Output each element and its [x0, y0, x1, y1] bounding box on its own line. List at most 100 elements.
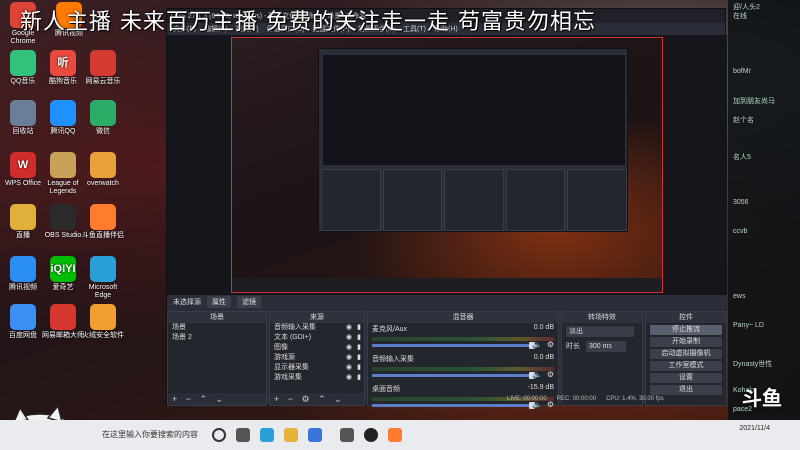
- app-icon: [90, 204, 116, 230]
- volume-meter: [372, 337, 554, 341]
- transitions-dock-header: 转场特效: [562, 312, 642, 323]
- explorer-taskbar-icon[interactable]: [284, 428, 298, 442]
- desktop-icon-label: 微信: [96, 128, 110, 135]
- desktop-icon[interactable]: overwatch: [80, 152, 126, 188]
- speaker-mute-icon[interactable]: 🔈: [532, 370, 542, 379]
- desktop-icon-grid: Google Chrome 腾讯视频 QQ音乐听酷狗音乐 网易云音乐 回收站 腾讯QQ 微信…: [0, 0, 140, 350]
- control-button[interactable]: 工作室模式: [650, 361, 722, 371]
- nested-taskbar: [232, 278, 662, 292]
- multitask-icon[interactable]: [236, 428, 250, 442]
- app-icon: [50, 100, 76, 126]
- desktop-icon[interactable]: 微信: [80, 100, 126, 136]
- source-label: 游戏采集: [274, 374, 302, 381]
- stream-marquee-text: 新人主播 未来百万主播 免费的关注走一走 苟富贵勿相忘: [20, 10, 596, 35]
- chat-line: 在线: [733, 13, 747, 21]
- desktop-icon[interactable]: 斗鱼直播伴侣: [80, 204, 126, 240]
- sources-dock: 来源 音频输入采集 ◉ ▮ 文本 (GDI+) ◉ ▮ 图像 ◉ ▮ 游戏源 ◉ ▮ 显示器采集 ◉ ▮ 游戏…: [269, 311, 365, 406]
- control-button[interactable]: 开始录制: [650, 337, 722, 347]
- task-view-icon[interactable]: [212, 428, 226, 442]
- mixer-dock: 混音器 麦克风/Aux 0.0 dB 🔈 ⚙ 音频输入采集 0.0 dB 🔈 ⚙ 桌面音频 -15…: [367, 311, 559, 409]
- filters-button[interactable]: 滤镜: [237, 296, 261, 308]
- scene-item[interactable]: 场景 2: [168, 333, 266, 343]
- scene-item[interactable]: 场景: [168, 323, 266, 333]
- desktop-icon-label: overwatch: [87, 180, 119, 187]
- lock-icon[interactable]: ▮: [357, 353, 361, 363]
- chat-line: 加到朋友尚马: [733, 98, 775, 105]
- app-icon: [10, 50, 36, 76]
- gear-icon[interactable]: ⚙: [547, 340, 554, 349]
- channel-name: 麦克风/Aux: [372, 326, 408, 333]
- visibility-eye-icon[interactable]: ◉: [346, 353, 352, 363]
- channel-db: 0.0 dB: [533, 354, 554, 361]
- visibility-eye-icon[interactable]: ◉: [346, 363, 352, 373]
- source-label: 显示器采集: [274, 364, 309, 371]
- control-button[interactable]: 退出: [650, 385, 722, 395]
- volume-fader[interactable]: [372, 372, 536, 379]
- rec-timer: REC: 00:00:00: [556, 396, 597, 402]
- preview-nested-capture: [231, 37, 663, 293]
- transitions-dock: 转场特效 淡出 时长 300 ms: [561, 311, 643, 406]
- channel-name: 桌面音频: [372, 386, 400, 393]
- volume-fader[interactable]: [372, 342, 536, 349]
- desktop-icon[interactable]: Microsoft Edge: [80, 256, 126, 300]
- obs-window: OBS 27.1.3 (64-bit, windows) - 配置文件: 未命名…: [166, 8, 727, 409]
- properties-button[interactable]: 属性: [207, 296, 231, 308]
- control-button[interactable]: 设置: [650, 373, 722, 383]
- transition-select[interactable]: 淡出: [566, 326, 634, 337]
- volume-fader[interactable]: [372, 402, 536, 409]
- visibility-eye-icon[interactable]: ◉: [346, 373, 352, 383]
- app-icon: [10, 100, 36, 126]
- app-icon: [90, 152, 116, 178]
- app-icon: [50, 304, 76, 330]
- desktop-icon-label: Microsoft Edge: [88, 284, 118, 299]
- no-source-label: 未选择源: [173, 299, 201, 306]
- app-taskbar-icon[interactable]: [340, 428, 354, 442]
- nested-obs-window: [318, 48, 628, 232]
- gear-icon[interactable]: ⚙: [547, 370, 554, 379]
- app-icon: [90, 304, 116, 330]
- control-button[interactable]: 停止推流: [650, 325, 722, 335]
- obs-preview[interactable]: [167, 35, 727, 295]
- source-item[interactable]: 游戏采集 ◉ ▮: [270, 373, 364, 383]
- cpu-fps: CPU: 1.4%, 30.00 fps: [606, 396, 664, 402]
- lock-icon[interactable]: ▮: [357, 333, 361, 343]
- source-label: 文本 (GDI+): [274, 334, 312, 341]
- lock-icon[interactable]: ▮: [357, 323, 361, 333]
- source-item[interactable]: 游戏源 ◉ ▮: [270, 353, 364, 363]
- source-item[interactable]: 图像 ◉ ▮: [270, 343, 364, 353]
- channel-db: -15.9 dB: [527, 384, 554, 391]
- douyu-taskbar-icon[interactable]: [388, 428, 402, 442]
- taskbar-search[interactable]: 在这里输入你要搜索的内容: [100, 426, 200, 444]
- lock-icon[interactable]: ▮: [357, 373, 361, 383]
- source-item[interactable]: 音频输入采集 ◉ ▮: [270, 323, 364, 333]
- desktop-icon[interactable]: 网易云音乐: [80, 50, 126, 86]
- desktop-icon-label: 网易云音乐: [85, 78, 121, 85]
- visibility-eye-icon[interactable]: ◉: [346, 333, 352, 343]
- app-icon: [90, 256, 116, 282]
- control-button[interactable]: 启动虚拟摄像机: [650, 349, 722, 359]
- desktop-icon[interactable]: 火绒安全软件: [80, 304, 126, 340]
- scenes-dock-toolbar[interactable]: + − ⌃ ⌄: [168, 393, 266, 405]
- visibility-eye-icon[interactable]: ◉: [346, 323, 352, 333]
- sources-dock-toolbar[interactable]: + − ⚙ ⌃ ⌄: [270, 393, 364, 405]
- controls-dock: 控件 停止推流 开始录制 启动虚拟摄像机 工作室模式 设置 退出: [645, 311, 727, 406]
- lock-icon[interactable]: ▮: [357, 343, 361, 353]
- source-item[interactable]: 显示器采集 ◉ ▮: [270, 363, 364, 373]
- chat-line: 3056: [733, 199, 749, 207]
- obs-taskbar-icon[interactable]: [364, 428, 378, 442]
- duration-input[interactable]: 300 ms: [585, 341, 626, 352]
- desktop-icon-label: 火绒安全软件: [82, 332, 124, 339]
- lock-icon[interactable]: ▮: [357, 363, 361, 373]
- app-icon: [50, 204, 76, 230]
- source-item[interactable]: 文本 (GDI+) ◉ ▮: [270, 333, 364, 343]
- scenes-dock-header: 场景: [168, 312, 266, 323]
- visibility-eye-icon[interactable]: ◉: [346, 343, 352, 353]
- edge-taskbar-icon[interactable]: [260, 428, 274, 442]
- store-taskbar-icon[interactable]: [308, 428, 322, 442]
- speaker-mute-icon[interactable]: 🔈: [532, 340, 542, 349]
- source-toolbar: 未选择源 属性 滤镜: [167, 295, 727, 309]
- source-label: 图像: [274, 344, 288, 351]
- nested-dock: [321, 169, 381, 231]
- taskbar-clock: 2021/11/4: [739, 424, 770, 434]
- duration-label: 时长: [566, 343, 580, 350]
